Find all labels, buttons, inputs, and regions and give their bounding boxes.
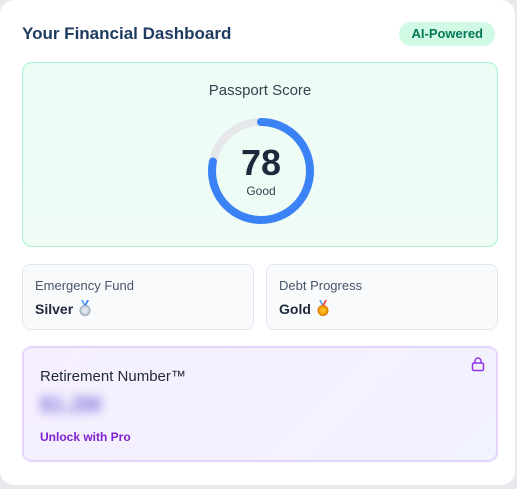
emergency-fund-status: Silver [35, 300, 92, 319]
retirement-number-value-blurred: $1.2M [40, 392, 102, 417]
emergency-fund-card[interactable]: Emergency Fund Silver [22, 264, 254, 330]
ai-powered-badge: AI-Powered [399, 22, 495, 46]
passport-score-label: Passport Score [208, 82, 312, 99]
unlock-with-pro-link[interactable]: Unlock with Pro [40, 430, 131, 444]
retirement-number-label: Retirement Number™ [40, 368, 186, 385]
financial-dashboard-card: Your Financial Dashboard AI-Powered Pass… [0, 0, 515, 485]
debt-progress-status: Gold [279, 300, 330, 319]
debt-progress-card[interactable]: Debt Progress Gold [266, 264, 498, 330]
debt-progress-label: Debt Progress [279, 278, 363, 293]
emergency-fund-value: Silver [35, 301, 74, 317]
debt-progress-value: Gold [279, 301, 311, 317]
lock-icon [471, 357, 485, 372]
passport-score-value: 78 [240, 142, 282, 183]
retirement-number-card[interactable]: Retirement Number™ $1.2M Unlock with Pro [22, 346, 498, 462]
emergency-fund-label: Emergency Fund [35, 278, 134, 293]
passport-score-rating: Good [246, 184, 276, 198]
gold-medal-icon [316, 300, 330, 319]
dashboard-header: Your Financial Dashboard AI-Powered [22, 22, 495, 48]
passport-score-panel: Passport Score 78 Good [22, 62, 498, 247]
dashboard-title: Your Financial Dashboard [22, 24, 232, 43]
silver-medal-icon [78, 300, 92, 319]
